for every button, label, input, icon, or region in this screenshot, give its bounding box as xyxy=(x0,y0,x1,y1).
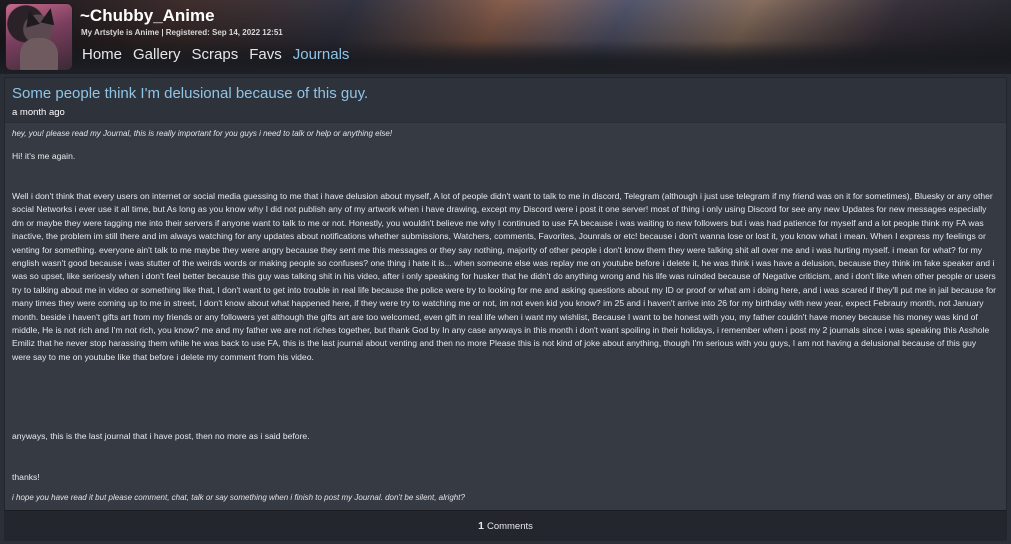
journal-header-note: hey, you! please read my Journal, this i… xyxy=(12,129,393,138)
journal-main-paragraph: Well i don't think that every users on i… xyxy=(12,191,996,362)
nav-gallery[interactable]: Gallery xyxy=(133,46,181,63)
comments-label: Comments xyxy=(486,520,533,532)
comments-count: 1 xyxy=(478,520,484,532)
nav-favs[interactable]: Favs xyxy=(249,46,282,63)
nav-scraps[interactable]: Scraps xyxy=(192,46,239,63)
avatar[interactable] xyxy=(5,3,73,71)
profile-username[interactable]: ~Chubby_Anime xyxy=(80,6,215,26)
journal-card: Some people think I'm delusional because… xyxy=(4,77,1007,541)
comments-button[interactable]: 1 Comments xyxy=(5,510,1006,541)
journal-header: Some people think I'm delusional because… xyxy=(5,78,1006,122)
avatar-figure xyxy=(20,38,58,70)
journal-title[interactable]: Some people think I'm delusional because… xyxy=(12,85,368,102)
profile-nav: Home Gallery Scraps Favs Journals xyxy=(82,46,349,63)
nav-home[interactable]: Home xyxy=(82,46,122,63)
journal-closing: anyways, this is the last journal that i… xyxy=(12,431,310,441)
avatar-ear-left xyxy=(22,8,40,28)
journal-greeting: Hi! it's me again. xyxy=(12,151,76,161)
journal-footer-note: i hope you have read it but please comme… xyxy=(12,493,465,502)
nav-journals[interactable]: Journals xyxy=(293,46,350,63)
avatar-ear-right xyxy=(40,6,58,26)
profile-tagline: My Artstyle is Anime | Registered: Sep 1… xyxy=(81,28,283,37)
journal-date: a month ago xyxy=(12,107,65,118)
journal-thanks: thanks! xyxy=(12,472,40,482)
